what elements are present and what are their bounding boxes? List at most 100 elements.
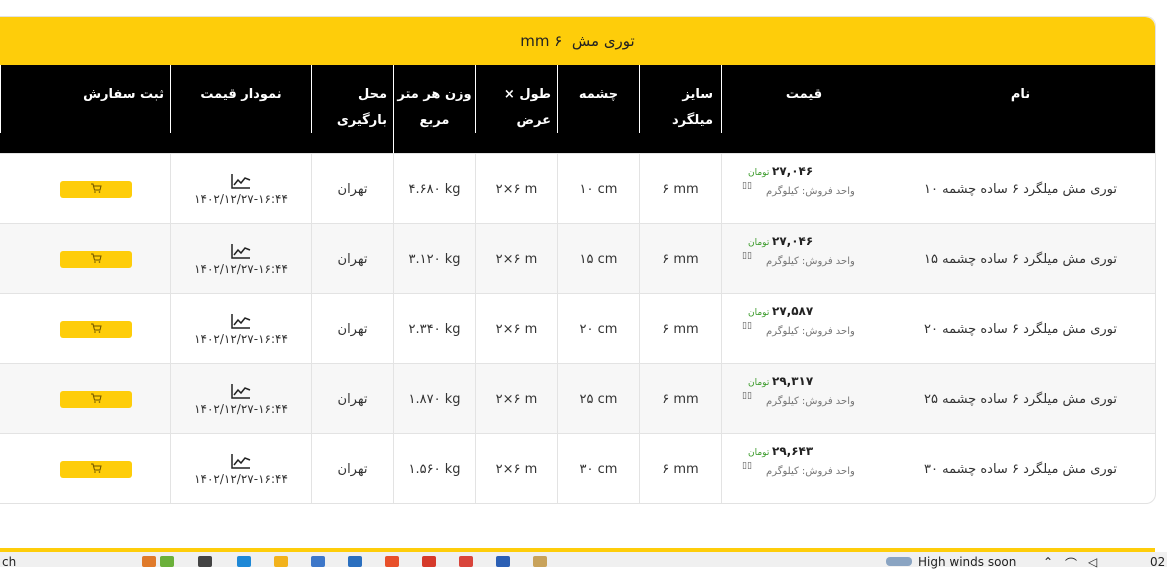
header-mesh: چشمه bbox=[557, 65, 639, 133]
order-button[interactable] bbox=[60, 390, 132, 408]
mail-icon[interactable] bbox=[348, 556, 362, 567]
price-currency: تومان bbox=[748, 378, 770, 388]
unit-icon: ▯▯ bbox=[742, 321, 752, 331]
header-name: نام bbox=[1010, 87, 1031, 102]
price-date: ۱۴۰۲/۱۲/۲۷-۱۶:۴۴ bbox=[194, 262, 288, 276]
price-cell: ۲۷,۵۸۷ تومان ▯▯ واحد فروش: کیلوگرم bbox=[721, 294, 886, 364]
cart-icon bbox=[90, 462, 102, 477]
line-chart-icon[interactable] bbox=[230, 172, 252, 190]
price-cell: ۲۹,۳۱۷ تومان ▯▯ واحد فروش: کیلوگرم bbox=[721, 364, 886, 434]
loading-location: تهران bbox=[311, 224, 393, 294]
word-icon[interactable] bbox=[496, 556, 510, 567]
price-cell: ۲۷,۰۴۶ تومان ▯▯ واحد فروش: کیلوگرم bbox=[721, 224, 886, 294]
order-cell bbox=[0, 154, 170, 224]
wire-size: ۶ mm bbox=[639, 224, 721, 294]
chrome-icon[interactable] bbox=[459, 556, 473, 567]
order-cell bbox=[0, 294, 170, 364]
mesh-size: ۳۰ cm bbox=[557, 434, 639, 503]
line-chart-icon[interactable] bbox=[230, 242, 252, 260]
file-explorer-icon[interactable] bbox=[274, 556, 288, 567]
order-button[interactable] bbox=[60, 320, 132, 338]
price-currency: تومان bbox=[748, 238, 770, 248]
table-header: نام قیمت سایز میلگرد چشمه طول × عرض وزن … bbox=[0, 65, 1155, 153]
price-value: ۲۹,۳۱۷ bbox=[772, 374, 814, 388]
order-button[interactable] bbox=[60, 460, 132, 478]
wire-size: ۶ mm bbox=[639, 434, 721, 503]
table-row: توری مش میلگرد ۶ ساده چشمه ۱۰ ۲۷,۰۴۶ تومان… bbox=[0, 153, 1155, 224]
price-value: ۲۷,۰۴۶ bbox=[772, 234, 814, 248]
table-row: توری مش میلگرد ۶ ساده چشمه ۳۰ ۲۹,۶۴۳ تومان… bbox=[0, 433, 1155, 503]
table-row: توری مش میلگرد ۶ ساده چشمه ۲۰ ۲۷,۵۸۷ تومان… bbox=[0, 293, 1155, 364]
taskbar: ch High winds soon ⌃ ⌒ ◁ 02 bbox=[0, 552, 1167, 571]
price-currency: تومان bbox=[748, 308, 770, 318]
header-weight-line1: وزن هر متر bbox=[397, 87, 472, 102]
line-chart-icon[interactable] bbox=[230, 382, 252, 400]
product-name[interactable]: توری مش میلگرد ۶ ساده چشمه ۱۰ bbox=[886, 154, 1155, 224]
wire-size: ۶ mm bbox=[639, 364, 721, 434]
table-row: توری مش میلگرد ۶ ساده چشمه ۲۵ ۲۹,۳۱۷ تومان… bbox=[0, 363, 1155, 434]
header-location: محل بارگیری bbox=[311, 65, 393, 133]
weight: ۲.۳۴۰ kg bbox=[393, 294, 475, 364]
price-chart-cell: ۱۴۰۲/۱۲/۲۷-۱۶:۴۴ bbox=[170, 294, 311, 364]
unit-icon: ▯▯ bbox=[742, 461, 752, 471]
price-chart-cell: ۱۴۰۲/۱۲/۲۷-۱۶:۴۴ bbox=[170, 224, 311, 294]
price-currency: تومان bbox=[748, 448, 770, 458]
title-prefix: توری مش bbox=[571, 32, 635, 50]
mesh-size: ۱۰ cm bbox=[557, 154, 639, 224]
sale-unit: واحد فروش: کیلوگرم bbox=[766, 256, 855, 267]
unit-icon: ▯▯ bbox=[742, 391, 752, 401]
price-date: ۱۴۰۲/۱۲/۲۷-۱۶:۴۴ bbox=[194, 472, 288, 486]
dimensions: ۲×۶ m bbox=[475, 294, 557, 364]
price-cell: ۲۷,۰۴۶ تومان ▯▯ واحد فروش: کیلوگرم bbox=[721, 154, 886, 224]
mesh-size: ۲۰ cm bbox=[557, 294, 639, 364]
network-icon[interactable]: ⌒ bbox=[1065, 555, 1077, 572]
product-name[interactable]: توری مش میلگرد ۶ ساده چشمه ۳۰ bbox=[886, 434, 1155, 503]
taskbar-app-icon[interactable] bbox=[142, 556, 156, 567]
product-name[interactable]: توری مش میلگرد ۶ ساده چشمه ۲۵ bbox=[886, 364, 1155, 434]
header-wire-size: سایز میلگرد bbox=[639, 65, 721, 133]
price-currency: تومان bbox=[748, 168, 770, 178]
loading-location: تهران bbox=[311, 364, 393, 434]
mesh-size: ۲۵ cm bbox=[557, 364, 639, 434]
store-icon[interactable] bbox=[311, 556, 325, 567]
firefox-icon[interactable] bbox=[385, 556, 399, 567]
product-name[interactable]: توری مش میلگرد ۶ ساده چشمه ۱۵ bbox=[886, 224, 1155, 294]
header-price: قیمت bbox=[721, 65, 886, 133]
cart-icon bbox=[90, 392, 102, 407]
table-title-bar: توری مش ۶ mm bbox=[0, 17, 1155, 65]
price-value: ۲۷,۰۴۶ bbox=[772, 164, 814, 178]
sale-unit: واحد فروش: کیلوگرم bbox=[766, 396, 855, 407]
app-icon[interactable] bbox=[422, 556, 436, 567]
header-weight-line2: مربع bbox=[419, 113, 450, 128]
price-date: ۱۴۰۲/۱۲/۲۷-۱۶:۴۴ bbox=[194, 332, 288, 346]
line-chart-icon[interactable] bbox=[230, 452, 252, 470]
pen-icon[interactable] bbox=[533, 556, 547, 567]
task-view-icon[interactable] bbox=[198, 556, 212, 567]
cart-icon bbox=[90, 322, 102, 337]
sale-unit: واحد فروش: کیلوگرم bbox=[766, 466, 855, 477]
price-cell: ۲۹,۶۴۳ تومان ▯▯ واحد فروش: کیلوگرم bbox=[721, 434, 886, 503]
weight: ۳.۱۲۰ kg bbox=[393, 224, 475, 294]
price-value: ۲۹,۶۴۳ bbox=[772, 444, 814, 458]
unit-icon: ▯▯ bbox=[742, 251, 752, 261]
price-chart-cell: ۱۴۰۲/۱۲/۲۷-۱۶:۴۴ bbox=[170, 154, 311, 224]
loading-location: تهران bbox=[311, 434, 393, 503]
unit-icon: ▯▯ bbox=[742, 181, 752, 191]
order-cell bbox=[0, 434, 170, 503]
order-button[interactable] bbox=[60, 250, 132, 268]
product-name[interactable]: توری مش میلگرد ۶ ساده چشمه ۲۰ bbox=[886, 294, 1155, 364]
weather-icon[interactable] bbox=[886, 557, 912, 566]
taskbar-app-icon[interactable] bbox=[160, 556, 174, 567]
edge-icon[interactable] bbox=[237, 556, 251, 567]
wire-size: ۶ mm bbox=[639, 294, 721, 364]
dimensions: ۲×۶ m bbox=[475, 364, 557, 434]
line-chart-icon[interactable] bbox=[230, 312, 252, 330]
loading-location: تهران bbox=[311, 294, 393, 364]
header-weight: وزن هر متر مربع bbox=[393, 65, 475, 153]
sale-unit: واحد فروش: کیلوگرم bbox=[766, 326, 855, 337]
table-row: توری مش میلگرد ۶ ساده چشمه ۱۵ ۲۷,۰۴۶ تومان… bbox=[0, 223, 1155, 294]
order-button[interactable] bbox=[60, 180, 132, 198]
price-chart-cell: ۱۴۰۲/۱۲/۲۷-۱۶:۴۴ bbox=[170, 434, 311, 503]
weight: ۱.۵۶۰ kg bbox=[393, 434, 475, 503]
weight: ۴.۶۸۰ kg bbox=[393, 154, 475, 224]
